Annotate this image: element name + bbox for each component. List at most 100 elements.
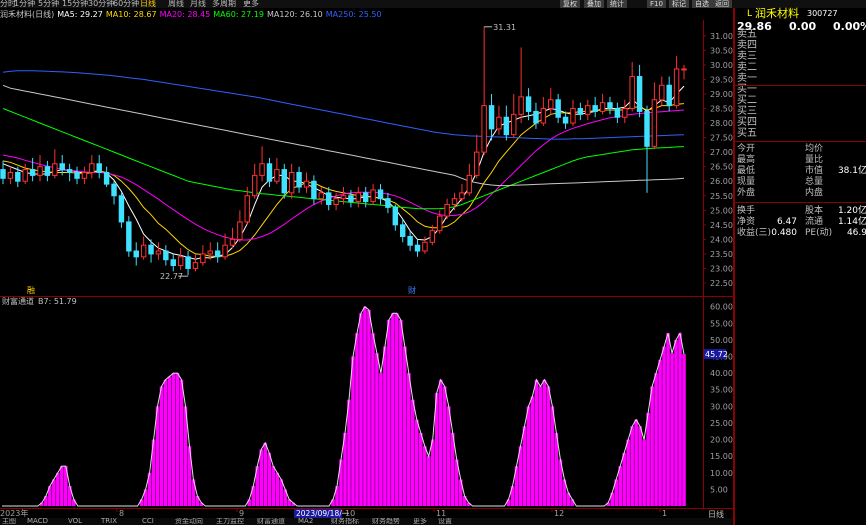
sell-level-label: 卖二 xyxy=(737,62,757,73)
indicator-tab[interactable]: CCI xyxy=(142,518,154,525)
price-tick-label: 29.00 xyxy=(710,90,733,99)
indicator-bar xyxy=(650,386,654,506)
indicator-bar xyxy=(506,499,511,506)
buy-level-label: 买五 xyxy=(737,128,757,139)
indicator-tab[interactable]: 更多 xyxy=(413,518,427,525)
candle-body xyxy=(37,166,43,176)
candle-body xyxy=(222,244,228,258)
toolbar-button[interactable]: 统计 xyxy=(607,0,627,8)
period-tab[interactable]: 60分钟 xyxy=(113,0,139,8)
toolbar-button[interactable]: 复权 xyxy=(560,0,580,8)
indicator-bar xyxy=(399,319,403,506)
period-tab[interactable]: 15分钟 xyxy=(62,0,88,8)
period-tab[interactable]: 周线 xyxy=(168,0,184,8)
indicator-bar xyxy=(391,313,395,506)
candle-body xyxy=(340,195,347,200)
period-tab[interactable]: 日线 xyxy=(140,0,156,8)
candle-body xyxy=(362,192,369,203)
indicator-bar xyxy=(331,499,335,506)
indicator-tab[interactable]: TRIX xyxy=(101,518,117,525)
toolbar-button[interactable]: 叠加 xyxy=(584,0,604,8)
indicator-tab[interactable]: 资金动向 xyxy=(175,518,203,525)
price-tick-label: 29.50 xyxy=(710,75,733,84)
indicator-bar xyxy=(411,399,415,506)
candle-body xyxy=(59,163,65,171)
candle-body xyxy=(303,180,310,188)
period-tab[interactable]: 月线 xyxy=(190,0,206,8)
candle-body xyxy=(511,113,517,136)
stock-name[interactable]: 润禾材料 xyxy=(755,8,799,20)
stat-label: 流通 xyxy=(805,217,824,227)
indicator-bar xyxy=(259,449,264,506)
indicator-tick-label: 55.00 xyxy=(710,319,733,328)
sell-level-label: 卖一 xyxy=(737,73,757,84)
toolbar-button[interactable]: 自选 xyxy=(692,0,712,8)
orderbook-divider xyxy=(735,85,866,86)
indicator-value: B7: 51.79 xyxy=(38,297,77,306)
candle-body xyxy=(7,171,14,179)
stat-label: 总量 xyxy=(805,177,824,187)
candle-body xyxy=(407,235,413,246)
indicator-bar xyxy=(167,376,172,506)
candle-body xyxy=(555,99,561,118)
indicator-bar xyxy=(371,333,375,506)
indicator-bar xyxy=(658,359,662,506)
candle-body xyxy=(466,174,473,194)
toolbar-button[interactable]: 返回 xyxy=(712,0,732,8)
stat-label: 均价 xyxy=(805,144,824,154)
stat-value: 1.14亿 xyxy=(837,217,866,227)
indicator-tab[interactable]: 财务指标 xyxy=(331,518,359,525)
period-tab[interactable]: 1分钟 xyxy=(14,0,35,8)
indicator-tab[interactable]: 财务趋势 xyxy=(372,518,400,525)
price-tick-label: 25.50 xyxy=(710,192,733,201)
candle-body xyxy=(451,198,458,205)
candle-body xyxy=(96,163,102,173)
indicator-bar xyxy=(634,419,638,506)
fin-divider xyxy=(735,202,866,203)
stat-value: 0.480 xyxy=(771,228,797,238)
stats-divider xyxy=(735,141,866,142)
price-tick-label: 28.00 xyxy=(710,119,733,128)
indicator-bar xyxy=(646,412,650,506)
candle-body xyxy=(52,163,58,176)
stat-label: 市值 xyxy=(805,166,824,176)
toolbar-button[interactable]: 标记 xyxy=(669,0,689,8)
high-marker-label: 31.31 xyxy=(493,23,516,32)
indicator-tick-label: 35.00 xyxy=(710,386,733,395)
indicator-bar xyxy=(155,406,160,506)
indicator-tab[interactable]: 主图 xyxy=(2,518,16,525)
indicator-tab[interactable]: MA2 xyxy=(298,518,313,525)
ma-line-ma120 xyxy=(2,84,685,187)
indicator-tick-label: 20.00 xyxy=(710,436,733,445)
toolbar-button[interactable]: F10 xyxy=(647,0,666,8)
stat-label: 量比 xyxy=(805,155,824,165)
candle-body xyxy=(214,250,221,258)
indicator-tab[interactable]: 财富通道 xyxy=(257,518,285,525)
period-tab[interactable]: 30分钟 xyxy=(88,0,114,8)
candle-body xyxy=(577,108,584,115)
date-tick-label: 8 xyxy=(119,509,124,518)
period-tab[interactable]: 多周期 xyxy=(212,0,236,8)
candle-body xyxy=(155,250,162,255)
indicator-bar xyxy=(271,466,275,506)
indicator-name: 财富通道 xyxy=(2,296,34,306)
candle-body xyxy=(163,250,169,261)
indicator-tab[interactable]: VOL xyxy=(68,518,82,525)
indicator-tick-label: 15.00 xyxy=(710,452,733,461)
price-tick-label: 24.50 xyxy=(710,221,733,230)
candle-body xyxy=(585,105,591,115)
indicator-tab[interactable]: 设置 xyxy=(438,518,452,525)
candle-body xyxy=(148,244,154,255)
indicator-tab[interactable]: MACD xyxy=(27,518,48,525)
indicator-bar xyxy=(622,452,626,506)
candle-body xyxy=(385,198,391,208)
candle-body xyxy=(651,99,658,147)
stat-label: 现量 xyxy=(737,177,756,187)
indicator-bar xyxy=(52,479,56,506)
indicator-tab[interactable]: 主力监控 xyxy=(216,518,244,525)
period-tab[interactable]: 更多 xyxy=(243,0,259,8)
stat-label: 外盘 xyxy=(737,188,756,198)
indicator-bar xyxy=(275,472,279,506)
price-tick-label: 30.50 xyxy=(710,46,733,55)
period-tab[interactable]: 5分钟 xyxy=(38,0,59,8)
